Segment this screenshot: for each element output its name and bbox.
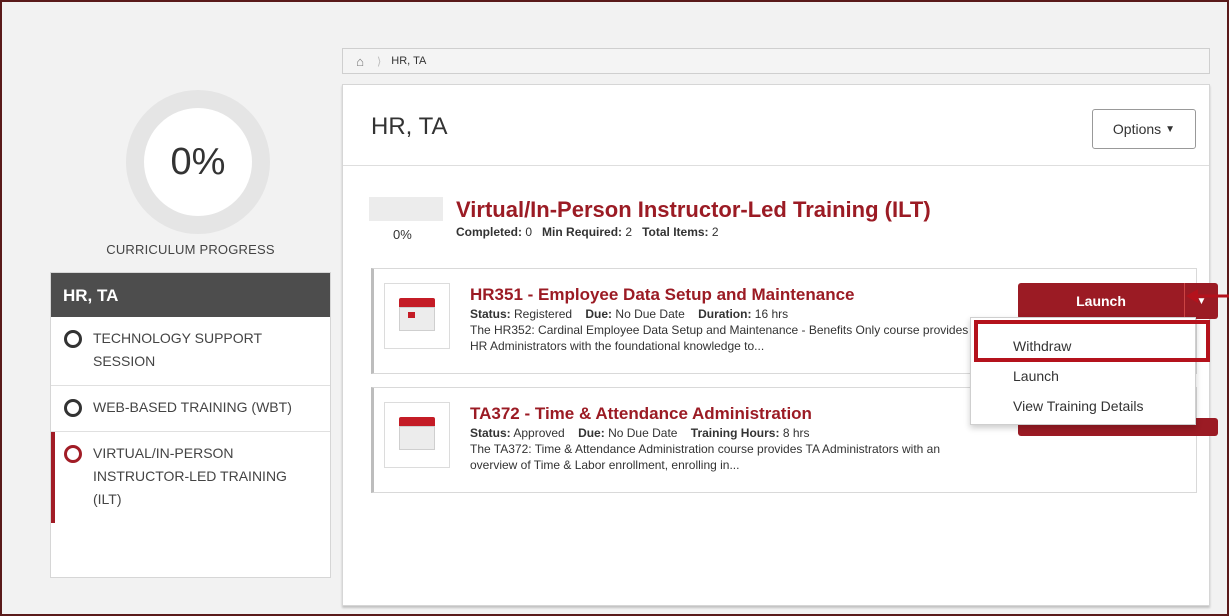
home-icon[interactable]: ⌂: [343, 54, 377, 69]
page-title: HR, TA: [371, 113, 448, 140]
duration-value: 16 hrs: [754, 307, 789, 321]
min-required-label: Min Required:: [542, 225, 623, 239]
options-button[interactable]: Options ▼: [1092, 109, 1196, 149]
course-status: Status: Approved Due: No Due Date Traini…: [470, 426, 810, 440]
course-description: The TA372: Time & Attendance Administrat…: [470, 442, 941, 472]
course-title[interactable]: HR351 - Employee Data Setup and Maintena…: [470, 285, 855, 305]
status-circle-icon: [64, 399, 82, 417]
section-progress-bar: [369, 197, 443, 221]
status-label: Status:: [470, 426, 511, 440]
withdraw-highlight-box: [974, 320, 1210, 362]
course-description: The HR352: Cardinal Employee Data Setup …: [470, 323, 969, 353]
app-frame: 0% CURRICULUM PROGRESS HR, TA TECHNOLOGY…: [0, 0, 1229, 616]
course-status: Status: Registered Due: No Due Date Dura…: [470, 307, 788, 321]
training-hours-value: 8 hrs: [782, 426, 810, 440]
progress-percent: 0%: [170, 140, 226, 183]
nav-item-label: VIRTUAL/IN-PERSON INSTRUCTOR-LED TRAININ…: [93, 445, 287, 507]
section-progress-percent: 0%: [393, 227, 412, 242]
status-circle-icon: [64, 330, 82, 348]
curriculum-nav-header: HR, TA: [51, 273, 330, 317]
nav-item-technology-support-session[interactable]: TECHNOLOGY SUPPORT SESSION: [51, 317, 330, 386]
training-hours-label: Training Hours:: [690, 426, 780, 440]
due-value: No Due Date: [608, 426, 678, 440]
calendar-icon: [384, 402, 450, 468]
status-label: Status:: [470, 307, 511, 321]
min-required-value: 2: [625, 225, 633, 239]
due-label: Due:: [585, 307, 613, 321]
nav-item-web-based-training[interactable]: WEB-BASED TRAINING (WBT): [51, 386, 330, 432]
breadcrumb-separator: ⟩: [377, 55, 382, 68]
completed-value: 0: [525, 225, 533, 239]
section-title: Virtual/In-Person Instructor-Led Trainin…: [456, 197, 931, 222]
status-value: Approved: [513, 426, 565, 440]
due-label: Due:: [578, 426, 605, 440]
annotation-arrow-icon: [1186, 289, 1229, 303]
header-divider: [343, 165, 1209, 166]
status-circle-icon: [64, 445, 82, 463]
due-value: No Due Date: [615, 307, 685, 321]
breadcrumb-current[interactable]: HR, TA: [391, 55, 426, 67]
options-label: Options: [1112, 121, 1162, 137]
menu-item-launch[interactable]: Launch: [971, 360, 1195, 390]
curriculum-nav: HR, TA TECHNOLOGY SUPPORT SESSION WEB-BA…: [50, 272, 331, 578]
completed-label: Completed:: [456, 225, 522, 239]
nav-item-label: WEB-BASED TRAINING (WBT): [93, 399, 292, 415]
total-items-label: Total Items:: [642, 225, 709, 239]
menu-item-view-training-details[interactable]: View Training Details: [971, 390, 1195, 420]
curriculum-progress-ring: 0%: [126, 90, 270, 234]
caret-down-icon: ▼: [1165, 123, 1176, 135]
status-value: Registered: [514, 307, 573, 321]
total-items-value: 2: [711, 225, 719, 239]
section-meta: Completed: 0 Min Required: 2 Total Items…: [456, 225, 719, 239]
duration-label: Duration:: [698, 307, 752, 321]
nav-item-label: TECHNOLOGY SUPPORT SESSION: [93, 330, 262, 369]
nav-item-ilt[interactable]: VIRTUAL/IN-PERSON INSTRUCTOR-LED TRAININ…: [51, 432, 330, 523]
calendar-icon: [384, 283, 450, 349]
course-title[interactable]: TA372 - Time & Attendance Administration: [470, 404, 812, 424]
launch-button[interactable]: Launch: [1018, 283, 1184, 319]
breadcrumb: ⌂ ⟩ HR, TA: [342, 48, 1210, 74]
curriculum-progress-label: CURRICULUM PROGRESS: [106, 242, 275, 257]
